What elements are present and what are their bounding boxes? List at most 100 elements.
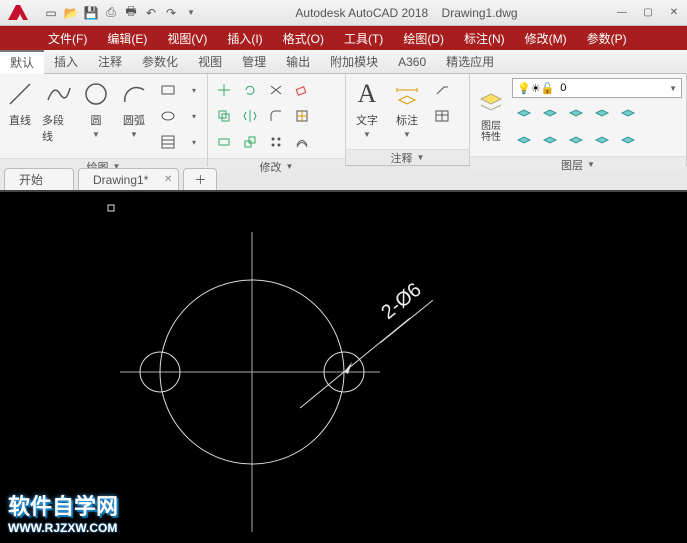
layer-tool4-icon[interactable] [590,101,614,125]
leader-icon[interactable] [430,78,454,102]
ribbon-tab-view[interactable]: 视图 [188,50,232,74]
menu-file[interactable]: 文件(F) [38,26,97,50]
doctab-start[interactable]: 开始 [4,168,74,190]
layer-tool8-icon[interactable] [564,128,588,152]
qat-dropdown-icon[interactable]: ▼ [182,4,200,22]
layer-tool2-icon[interactable] [538,101,562,125]
copy-icon[interactable] [212,104,236,128]
close-window-icon[interactable]: ✕ [661,3,687,23]
ribbon-tab-insert[interactable]: 插入 [44,50,88,74]
ribbon: 直线 多段线 圆 ▼ 圆弧 ▼ ▾ ▾ ▾ [0,74,687,166]
minimize-icon[interactable]: — [609,3,635,23]
erase-icon[interactable] [290,78,314,102]
scale-icon[interactable] [238,130,262,154]
layer-tool10-icon[interactable] [616,128,640,152]
stretch-icon[interactable] [212,130,236,154]
ribbon-tab-output[interactable]: 输出 [276,50,320,74]
layer-properties-button[interactable]: 图层 特性 [474,85,508,145]
hatch-icon[interactable] [156,130,180,154]
rectangle-icon[interactable] [156,78,180,102]
layer-tool5-icon[interactable] [616,101,640,125]
ribbon-tab-a360[interactable]: A360 [388,50,436,74]
undo-icon[interactable]: ↶ [142,4,160,22]
chevron-down-icon: ▼ [403,130,411,139]
arc-label: 圆弧 [123,112,145,128]
menu-view[interactable]: 视图(V) [157,26,217,50]
layer-tool3-icon[interactable] [564,101,588,125]
menu-modify[interactable]: 修改(M) [515,26,577,50]
text-icon: A [351,78,383,110]
lock-open-icon: 🔓 [541,82,555,95]
menubar-spacer [0,26,38,50]
save-icon[interactable]: 💾 [82,4,100,22]
mirror-icon[interactable] [238,104,262,128]
line-button[interactable]: 直线 [2,76,38,130]
menu-param[interactable]: 参数(P) [577,26,637,50]
panel-layers: 图层 特性 💡 ☀ 🔓 0 ▼ [470,74,687,165]
ribbon-tab-annotate[interactable]: 注释 [88,50,132,74]
ribbon-tab-featured[interactable]: 精选应用 [436,50,504,74]
polyline-button[interactable]: 多段线 [40,76,76,146]
chevron-down-icon: ▼ [363,130,371,139]
explode-icon[interactable] [290,104,314,128]
new-icon[interactable]: ▭ [42,4,60,22]
maximize-icon[interactable]: ▢ [635,3,661,23]
layer-tool1-icon[interactable] [512,101,536,125]
menubar: 文件(F) 编辑(E) 视图(V) 插入(I) 格式(O) 工具(T) 绘图(D… [0,26,687,50]
fillet-icon[interactable] [264,104,288,128]
move-icon[interactable] [212,78,236,102]
watermark: 软件自学网 WWW.RJZXW.COM [8,489,118,535]
print-icon[interactable]: 🖶 [122,4,140,22]
ribbon-tab-addins[interactable]: 附加模块 [320,50,388,74]
layer-current-dropdown[interactable]: 💡 ☀ 🔓 0 ▼ [512,78,682,98]
panel-layers-title[interactable]: 图层▼ [470,156,686,172]
doctab-drawing1[interactable]: Drawing1* ✕ [78,168,179,190]
panel-annotate-title[interactable]: 注释▼ [346,149,469,165]
open-icon[interactable]: 📂 [62,4,80,22]
arc-button[interactable]: 圆弧 ▼ [116,76,152,141]
panel-modify-title[interactable]: 修改▼ [208,158,345,174]
ribbon-tab-manage[interactable]: 管理 [232,50,276,74]
layer-tool6-icon[interactable] [512,128,536,152]
layer-tool7-icon[interactable] [538,128,562,152]
array-icon[interactable] [264,130,288,154]
trim-icon[interactable] [264,78,288,102]
ellipse-icon[interactable] [156,104,180,128]
circle-label: 圆 [91,112,102,128]
menu-tools[interactable]: 工具(T) [334,26,393,50]
circle-button[interactable]: 圆 ▼ [78,76,114,141]
circle-icon [80,78,112,110]
app-name: Autodesk AutoCAD 2018 [295,6,428,20]
chevron-down-icon: ▼ [92,130,100,139]
ribbon-tab-default[interactable]: 默认 [0,50,44,74]
chevron-down-icon: ▼ [587,160,595,169]
draw-extra-dd1[interactable]: ▾ [182,78,206,102]
redo-icon[interactable]: ↷ [162,4,180,22]
drawing-canvas[interactable]: 2-Ø6 软件自学网 WWW.RJZXW.COM [0,192,687,543]
menu-insert[interactable]: 插入(I) [217,26,272,50]
draw-extra-dd2[interactable]: ▾ [182,104,206,128]
dimension-text: 2-Ø6 [377,279,425,324]
dim-extension [300,372,344,408]
offset-icon[interactable] [290,130,314,154]
menu-dimension[interactable]: 标注(N) [454,26,515,50]
file-name: Drawing1.dwg [442,6,518,20]
app-logo[interactable] [0,0,38,26]
menu-format[interactable]: 格式(O) [273,26,334,50]
text-button[interactable]: A 文字 ▼ [348,76,386,141]
ribbon-tab-parametric[interactable]: 参数化 [132,50,188,74]
table-icon[interactable] [430,104,454,128]
chevron-down-icon: ▼ [417,153,425,162]
doctab-new[interactable]: ＋ [183,168,217,190]
draw-extra-dd3[interactable]: ▾ [182,130,206,154]
saveas-icon[interactable]: ⎙ [102,4,120,22]
menu-edit[interactable]: 编辑(E) [97,26,157,50]
sun-icon: ☀ [531,82,541,95]
dimension-button[interactable]: 标注 ▼ [388,76,426,141]
close-tab-icon[interactable]: ✕ [164,174,172,185]
draw-extra-tools: ▾ ▾ ▾ [154,76,208,156]
rotate-icon[interactable] [238,78,262,102]
layer-tool9-icon[interactable] [590,128,614,152]
menu-draw[interactable]: 绘图(D) [393,26,454,50]
dimension-icon [391,78,423,110]
